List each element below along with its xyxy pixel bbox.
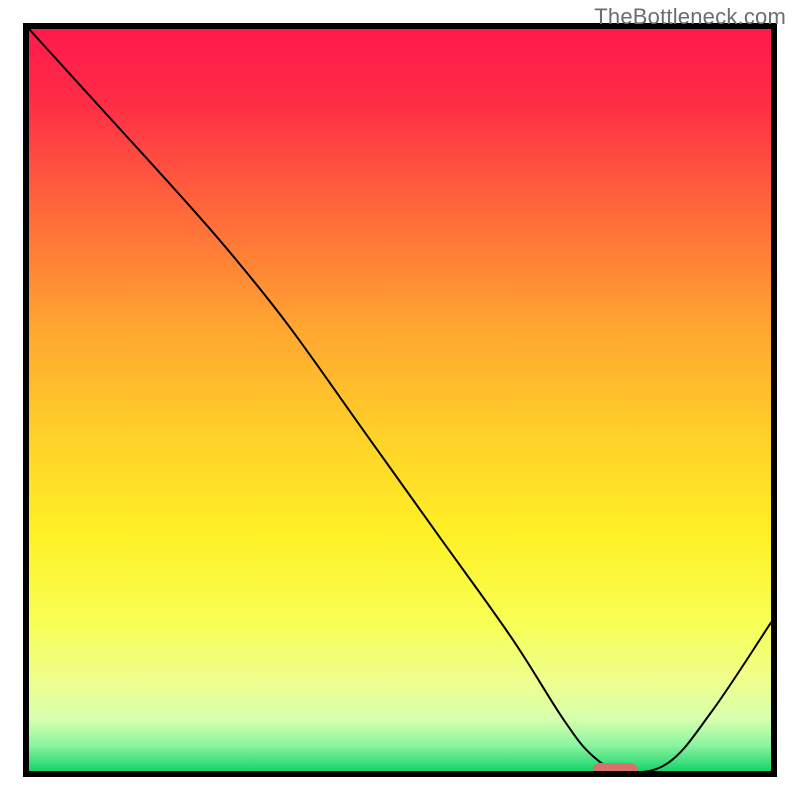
chart-container: TheBottleneck.com [0,0,800,800]
plot-background [29,29,771,771]
chart-svg [0,0,800,800]
watermark-text: TheBottleneck.com [594,4,786,30]
